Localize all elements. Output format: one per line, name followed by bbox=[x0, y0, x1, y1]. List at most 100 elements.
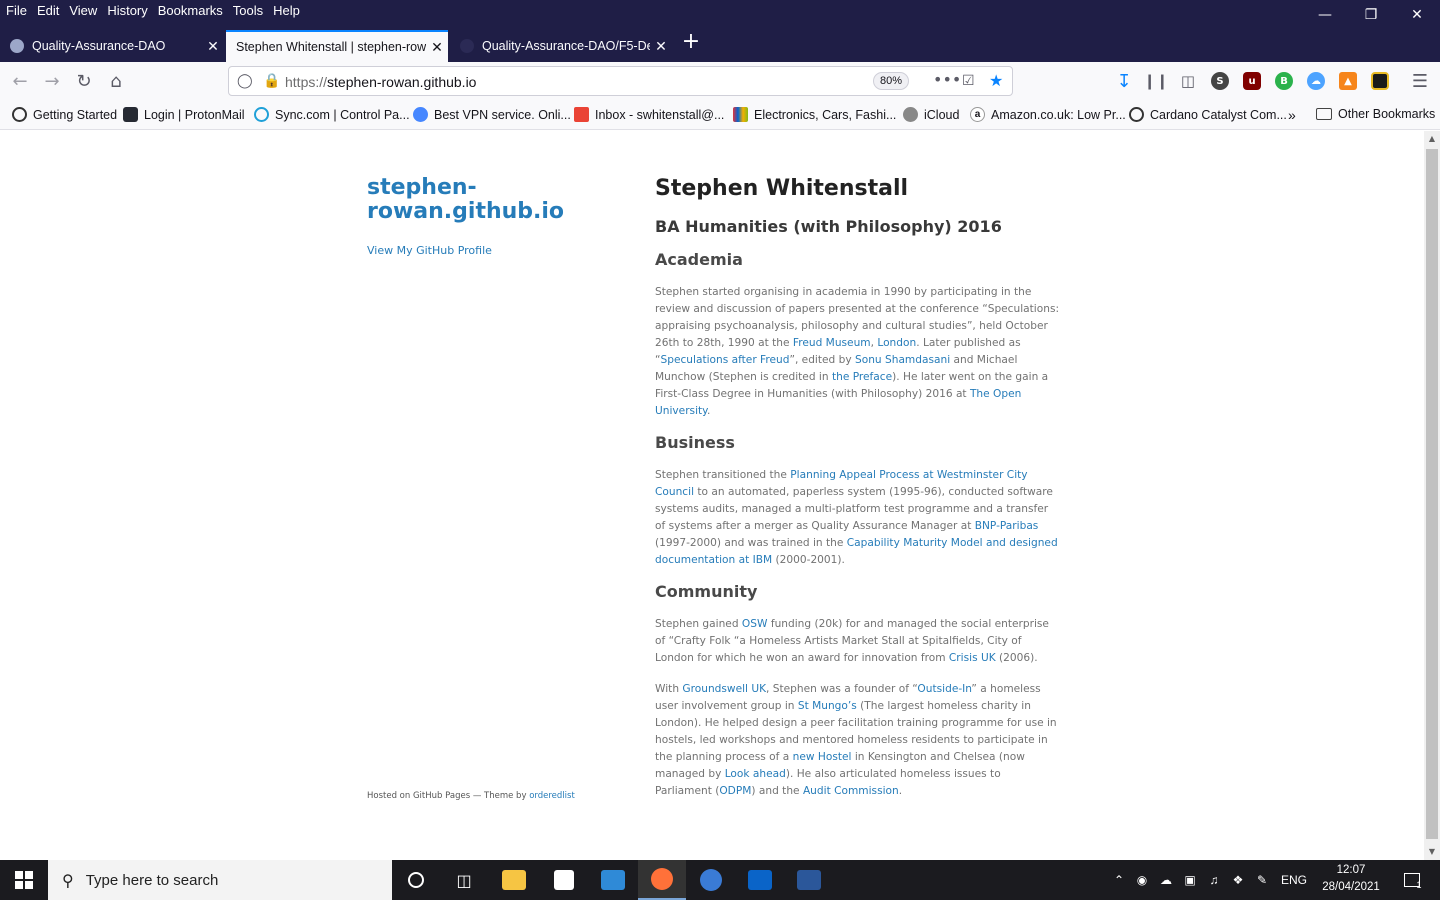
firefox-taskbar-icon[interactable] bbox=[638, 860, 686, 900]
back-icon[interactable]: ← bbox=[6, 67, 34, 95]
london-link[interactable]: London bbox=[877, 337, 916, 349]
ublock-origin-icon[interactable]: u bbox=[1243, 72, 1261, 90]
scroll-down-icon[interactable]: ▼ bbox=[1424, 844, 1440, 860]
outside-in-link[interactable]: Outside-In bbox=[917, 683, 971, 695]
vertical-scrollbar[interactable]: ▲ ▼ bbox=[1424, 131, 1440, 860]
network-icon[interactable]: ▣ bbox=[1178, 873, 1202, 887]
tab-label: Stephen Whitenstall | stephen-rowan bbox=[236, 40, 426, 54]
bookmark-cardano-catalyst[interactable]: Cardano Catalyst Com... bbox=[1129, 107, 1287, 122]
dropbox-icon[interactable]: ❖ bbox=[1226, 873, 1250, 887]
chevron-up-icon[interactable]: ⌃ bbox=[1108, 873, 1130, 887]
sidebar-icon[interactable]: ◫ bbox=[1174, 67, 1202, 95]
new-tab-icon[interactable]: + bbox=[678, 30, 704, 56]
notification-count: 1 bbox=[1416, 880, 1422, 890]
notifications-icon[interactable]: 1 bbox=[1396, 860, 1430, 900]
bookmark-getting-started[interactable]: Getting Started bbox=[12, 107, 117, 122]
tab-quality-assurance-dao-f5[interactable]: Quality-Assurance-DAO/F5-De ✕ bbox=[450, 30, 672, 62]
look-ahead-link[interactable]: Look ahead bbox=[725, 768, 786, 780]
odpm-link[interactable]: ODPM bbox=[719, 785, 751, 797]
b-plus-extension-icon[interactable]: B bbox=[1275, 72, 1293, 90]
site-title[interactable]: stephen-rowan.github.io bbox=[367, 176, 607, 224]
close-tab-icon[interactable]: ✕ bbox=[650, 38, 672, 55]
menu-tools[interactable]: Tools bbox=[233, 3, 263, 18]
menu-view[interactable]: View bbox=[69, 3, 97, 18]
bookmark-amazon[interactable]: a Amazon.co.uk: Low Pr... bbox=[970, 107, 1126, 122]
tab-label: Quality-Assurance-DAO/F5-De bbox=[482, 39, 650, 53]
community-paragraph-1: Stephen gained OSW funding (20k) for and… bbox=[655, 618, 1049, 664]
theme-author-link[interactable]: orderedlist bbox=[529, 791, 575, 801]
scroll-up-icon[interactable]: ▲ bbox=[1424, 131, 1440, 147]
pen-icon[interactable]: ✎ bbox=[1250, 873, 1274, 887]
tab-quality-assurance-dao[interactable]: Quality-Assurance-DAO ✕ bbox=[0, 30, 224, 62]
zoom-level[interactable]: 80% bbox=[873, 72, 910, 90]
menu-help[interactable]: Help bbox=[273, 3, 300, 18]
menu-edit[interactable]: Edit bbox=[37, 3, 59, 18]
community-heading: Community bbox=[655, 582, 758, 601]
groundswell-uk-link[interactable]: Groundswell UK bbox=[682, 683, 766, 695]
microsoft-store-icon[interactable] bbox=[540, 860, 588, 900]
reload-icon[interactable]: ↻ bbox=[70, 67, 98, 95]
volume-icon[interactable]: ♫ bbox=[1202, 873, 1226, 887]
file-explorer-icon[interactable] bbox=[490, 860, 538, 900]
hamburger-menu-icon[interactable]: ☰ bbox=[1406, 67, 1434, 95]
crisis-uk-link[interactable]: Crisis UK bbox=[949, 652, 996, 664]
protonvpn-taskbar-icon[interactable] bbox=[687, 860, 735, 900]
menu-file[interactable]: File bbox=[6, 3, 27, 18]
bnp-paribas-link[interactable]: BNP-Paribas bbox=[975, 520, 1039, 532]
word-icon[interactable] bbox=[785, 860, 833, 900]
url-bar[interactable]: ◯ 🔒 https://stephen-rowan.github.io 80% … bbox=[228, 66, 1013, 96]
url-text[interactable]: https://stephen-rowan.github.io bbox=[285, 74, 476, 90]
scrollbar-thumb[interactable] bbox=[1426, 149, 1438, 839]
bookmark-gmail-inbox[interactable]: Inbox - swhitenstall@... bbox=[574, 107, 724, 122]
language-indicator[interactable]: ENG bbox=[1274, 873, 1314, 887]
osw-link[interactable]: OSW bbox=[742, 618, 768, 630]
menu-history[interactable]: History bbox=[107, 3, 147, 18]
meet-now-icon[interactable]: ◉ bbox=[1130, 873, 1154, 887]
maximize-icon[interactable]: ❐ bbox=[1348, 0, 1394, 30]
onedrive-icon[interactable]: ☁ bbox=[1154, 873, 1178, 887]
shield-icon[interactable]: ◯ bbox=[237, 73, 253, 89]
pocket-icon[interactable]: ☑ bbox=[962, 73, 975, 89]
home-icon[interactable]: ⌂ bbox=[102, 67, 130, 95]
menu-bookmarks[interactable]: Bookmarks bbox=[158, 3, 223, 18]
freud-museum-link[interactable]: Freud Museum bbox=[793, 337, 871, 349]
close-tab-icon[interactable]: ✕ bbox=[426, 39, 448, 56]
lock-icon[interactable]: 🔒 bbox=[263, 73, 280, 89]
clock[interactable]: 12:07 28/04/2021 bbox=[1318, 862, 1384, 896]
more-bookmarks-chevron-icon[interactable]: » bbox=[1288, 107, 1296, 123]
speculations-after-freud-link[interactable]: Speculations after Freud bbox=[661, 354, 790, 366]
cortana-icon[interactable] bbox=[392, 860, 440, 900]
bookmark-ebay[interactable]: Electronics, Cars, Fashi... bbox=[733, 107, 896, 122]
task-view-icon[interactable]: ◫ bbox=[440, 860, 488, 900]
bookmark-protonmail[interactable]: Login | ProtonMail bbox=[123, 107, 245, 122]
new-hostel-link[interactable]: new Hostel bbox=[793, 751, 852, 763]
bookmark-star-icon[interactable]: ★ bbox=[989, 71, 1003, 90]
metamask-fox-icon[interactable]: ▲ bbox=[1339, 72, 1357, 90]
forward-icon[interactable]: → bbox=[38, 67, 66, 95]
bookmark-other-bookmarks[interactable]: Other Bookmarks bbox=[1316, 107, 1435, 121]
sync-extension-icon[interactable]: S bbox=[1211, 72, 1229, 90]
binance-extension-icon[interactable] bbox=[1371, 72, 1389, 90]
bookmark-sync-com[interactable]: Sync.com | Control Pa... bbox=[254, 107, 410, 122]
window-controls: — ❐ ✕ bbox=[1302, 0, 1440, 30]
tab-stephen-whitenstall[interactable]: Stephen Whitenstall | stephen-rowan ✕ bbox=[226, 30, 448, 62]
windows-start-icon[interactable] bbox=[0, 860, 48, 900]
mail-icon[interactable] bbox=[589, 860, 637, 900]
taskbar-search-box[interactable]: ⚲ Type here to search bbox=[48, 860, 392, 900]
downloads-icon[interactable]: ↧ bbox=[1110, 67, 1138, 95]
icloud-extension-icon[interactable]: ☁ bbox=[1307, 72, 1325, 90]
minimize-icon[interactable]: — bbox=[1302, 0, 1348, 30]
st-mungos-link[interactable]: St Mungo’s bbox=[798, 700, 857, 712]
preface-link[interactable]: the Preface bbox=[832, 371, 892, 383]
github-profile-link[interactable]: View My GitHub Profile bbox=[367, 244, 492, 257]
sonu-shamdasani-link[interactable]: Sonu Shamdasani bbox=[855, 354, 950, 366]
bookmark-vpn[interactable]: Best VPN service. Onli... bbox=[413, 107, 571, 122]
bookmark-icloud[interactable]: iCloud bbox=[903, 107, 959, 122]
close-window-icon[interactable]: ✕ bbox=[1394, 0, 1440, 30]
outlook-icon[interactable] bbox=[736, 860, 784, 900]
page-actions-icon[interactable]: ••• bbox=[933, 70, 961, 89]
close-tab-icon[interactable]: ✕ bbox=[202, 38, 224, 55]
audit-commission-link[interactable]: Audit Commission bbox=[803, 785, 899, 797]
library-icon[interactable]: ❙❙ bbox=[1142, 67, 1170, 95]
title-bar: File Edit View History Bookmarks Tools H… bbox=[0, 0, 1440, 30]
